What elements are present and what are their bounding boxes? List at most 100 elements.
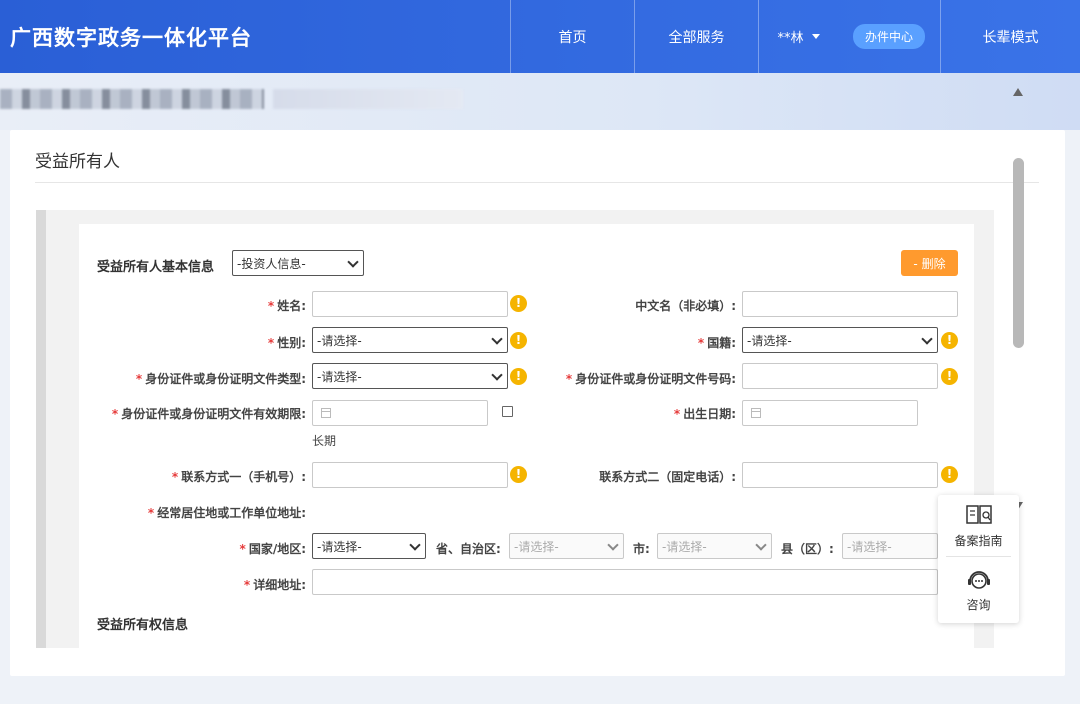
label-gender: * 性别: bbox=[268, 334, 306, 351]
info-icon[interactable]: ! bbox=[510, 332, 527, 349]
book-icon bbox=[965, 505, 992, 524]
label-birth-date: * 出生日期: bbox=[674, 405, 736, 422]
info-icon[interactable]: ! bbox=[941, 466, 958, 483]
country-select[interactable]: -请选择- bbox=[312, 533, 426, 559]
label-phone2: 联系方式二（固定电话）: bbox=[599, 470, 736, 484]
required-mark: * bbox=[135, 372, 143, 386]
consult-label: 咨询 bbox=[966, 598, 991, 612]
nationality-select[interactable]: -请选择- bbox=[742, 327, 938, 353]
id-type-select-value: -请选择- bbox=[317, 369, 362, 384]
chevron-down-icon bbox=[607, 539, 619, 551]
label-detail-address-text: 详细地址: bbox=[253, 578, 306, 592]
required-mark: * bbox=[111, 407, 119, 421]
required-mark: * bbox=[673, 407, 681, 421]
required-mark: * bbox=[697, 336, 705, 350]
city-select-value: -请选择- bbox=[662, 539, 707, 554]
consult-button[interactable]: 咨询 bbox=[938, 567, 1019, 613]
city-select[interactable]: -请选择- bbox=[657, 533, 772, 559]
float-divider bbox=[946, 556, 1011, 557]
section-ownership-info: 受益所有权信息 bbox=[97, 618, 189, 633]
chevron-down-icon bbox=[491, 333, 503, 345]
chevron-down-icon bbox=[491, 369, 503, 381]
label-address-text: 经常居住地或工作单位地址: bbox=[157, 506, 306, 520]
headset-chat-icon bbox=[967, 571, 990, 589]
label-id-number-text: 身份证件或身份证明文件号码: bbox=[575, 372, 736, 386]
nav-case-center[interactable]: 办件中心 bbox=[838, 0, 940, 73]
top-nav: 首页 全部服务 **林 办件中心 长辈模式 bbox=[510, 0, 1080, 73]
case-center-pill: 办件中心 bbox=[852, 24, 925, 49]
province-select-value: -请选择- bbox=[514, 539, 559, 554]
detail-address-input[interactable] bbox=[312, 569, 938, 595]
gender-select-value: -请选择- bbox=[317, 333, 362, 348]
calendar-icon bbox=[751, 408, 761, 418]
phone1-input[interactable] bbox=[312, 462, 508, 488]
label-id-number: * 身份证件或身份证明文件号码: bbox=[566, 370, 736, 387]
guide-button[interactable]: 备案指南 bbox=[938, 503, 1019, 549]
label-address: * 经常居住地或工作单位地址: bbox=[148, 504, 306, 521]
required-mark: * bbox=[267, 299, 275, 313]
calendar-icon bbox=[321, 408, 331, 418]
investor-select[interactable]: -投资人信息- bbox=[232, 250, 364, 276]
required-mark: * bbox=[243, 578, 251, 592]
info-icon[interactable]: ! bbox=[510, 295, 527, 312]
label-phone1-text: 联系方式一（手机号）: bbox=[181, 470, 306, 484]
floating-help-panel: 备案指南 咨询 bbox=[938, 495, 1019, 623]
label-id-type: * 身份证件或身份证明文件类型: bbox=[136, 370, 306, 387]
info-icon[interactable]: ! bbox=[510, 466, 527, 483]
county-select[interactable]: -请选择- bbox=[842, 533, 938, 559]
info-icon[interactable]: ! bbox=[941, 368, 958, 385]
nav-home[interactable]: 首页 bbox=[510, 0, 634, 73]
top-header: 广西数字政务一体化平台 首页 全部服务 **林 办件中心 长辈模式 bbox=[0, 0, 1080, 73]
page-title: 受益所有人 bbox=[35, 152, 120, 172]
country-select-value: -请选择- bbox=[317, 539, 362, 554]
chevron-down-icon bbox=[409, 539, 421, 551]
chevron-down-icon bbox=[921, 333, 933, 345]
label-birth-date-text: 出生日期: bbox=[683, 407, 736, 421]
id-type-select[interactable]: -请选择- bbox=[312, 363, 508, 389]
nav-elder-mode[interactable]: 长辈模式 bbox=[940, 0, 1080, 73]
scrollbar-thumb[interactable] bbox=[1013, 158, 1024, 348]
label-name: * 姓名: bbox=[268, 297, 306, 314]
delete-button[interactable]: - 删除 bbox=[901, 250, 958, 276]
county-select-value: -请选择- bbox=[847, 539, 892, 554]
user-name: **林 bbox=[777, 31, 804, 46]
long-term-label: 长期 bbox=[312, 434, 337, 448]
nav-all-services[interactable]: 全部服务 bbox=[634, 0, 758, 73]
nationality-select-value: -请选择- bbox=[747, 333, 792, 348]
label-country: * 国家/地区: bbox=[240, 540, 306, 557]
site-title[interactable]: 广西数字政务一体化平台 bbox=[10, 22, 252, 52]
required-mark: * bbox=[239, 542, 246, 556]
gender-select[interactable]: -请选择- bbox=[312, 327, 508, 353]
required-mark: * bbox=[565, 372, 573, 386]
long-term-checkbox[interactable] bbox=[502, 406, 513, 417]
guide-label: 备案指南 bbox=[954, 534, 1003, 548]
label-county: 县（区）: bbox=[781, 542, 834, 556]
label-nationality: * 国籍: bbox=[698, 334, 736, 351]
name-input[interactable] bbox=[312, 291, 508, 317]
province-select[interactable]: -请选择- bbox=[509, 533, 624, 559]
label-detail-address: * 详细地址: bbox=[244, 576, 306, 593]
required-mark: * bbox=[171, 470, 179, 484]
id-validity-date-input[interactable] bbox=[312, 400, 488, 426]
required-mark: * bbox=[267, 336, 275, 350]
investor-select-value: -投资人信息- bbox=[237, 256, 306, 271]
info-icon[interactable]: ! bbox=[510, 368, 527, 385]
info-icon[interactable]: ! bbox=[941, 332, 958, 349]
chevron-down-icon bbox=[755, 539, 767, 551]
label-gender-text: 性别: bbox=[277, 336, 306, 350]
chinese-name-input[interactable] bbox=[742, 291, 958, 317]
scroll-up-arrow-icon[interactable] bbox=[1013, 88, 1023, 96]
label-nationality-text: 国籍: bbox=[707, 336, 736, 350]
label-province: 省、自治区: bbox=[436, 542, 501, 556]
id-number-input[interactable] bbox=[742, 363, 938, 389]
birth-date-input[interactable] bbox=[742, 400, 918, 426]
label-chinese-name: 中文名（非必填）: bbox=[635, 299, 736, 313]
blurred-breadcrumb bbox=[0, 89, 264, 109]
title-divider bbox=[35, 182, 1039, 183]
label-name-text: 姓名: bbox=[277, 299, 306, 313]
label-phone1: * 联系方式一（手机号）: bbox=[172, 468, 306, 485]
phone2-input[interactable] bbox=[742, 462, 938, 488]
required-mark: * bbox=[147, 506, 155, 520]
label-country-text: 国家/地区: bbox=[248, 542, 306, 556]
nav-user-menu[interactable]: **林 bbox=[758, 0, 838, 73]
